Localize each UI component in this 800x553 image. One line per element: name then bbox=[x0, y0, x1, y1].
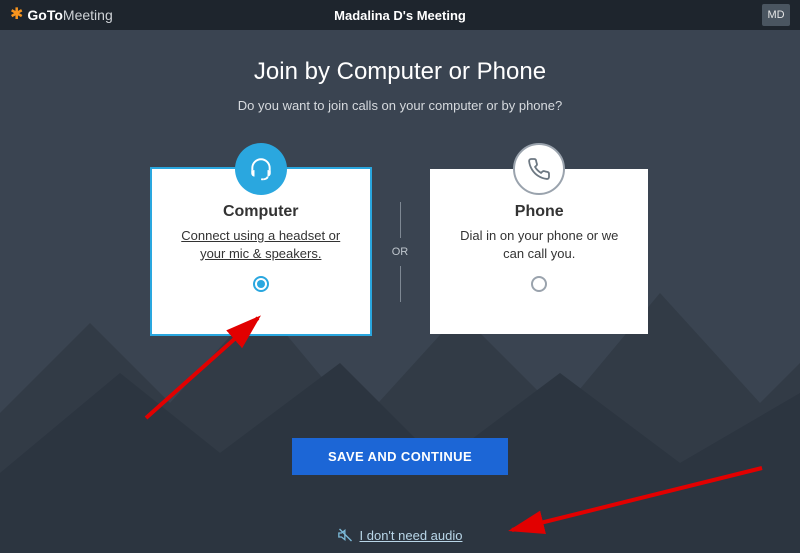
option-computer-card[interactable]: Computer Connect using a headset or your… bbox=[152, 169, 370, 334]
skip-audio-link[interactable]: I don't need audio bbox=[338, 527, 463, 543]
main-content: Join by Computer or Phone Do you want to… bbox=[0, 30, 800, 475]
option-computer-radio[interactable] bbox=[253, 276, 269, 292]
option-phone-card[interactable]: Phone Dial in on your phone or we can ca… bbox=[430, 169, 648, 334]
user-avatar[interactable]: MD bbox=[762, 4, 790, 26]
separator-bar-bottom bbox=[400, 266, 401, 302]
or-label: OR bbox=[392, 246, 409, 258]
option-phone-radio[interactable] bbox=[531, 276, 547, 292]
brand-name-light: Meeting bbox=[63, 7, 113, 23]
option-phone-description: Dial in on your phone or we can call you… bbox=[448, 227, 630, 262]
option-computer-description: Connect using a headset or your mic & sp… bbox=[170, 227, 352, 262]
daisy-icon: ✱ bbox=[10, 7, 23, 23]
separator-bar-top bbox=[400, 202, 401, 238]
or-separator: OR bbox=[392, 202, 409, 302]
meeting-title: Madalina D's Meeting bbox=[334, 8, 466, 23]
save-continue-button[interactable]: SAVE AND CONTINUE bbox=[292, 438, 508, 475]
headset-icon bbox=[235, 143, 287, 195]
page-heading: Join by Computer or Phone bbox=[0, 58, 800, 86]
page-subheading: Do you want to join calls on your comput… bbox=[0, 98, 800, 113]
brand-logo: ✱ GoToMeeting bbox=[10, 7, 113, 23]
app-header: ✱ GoToMeeting Madalina D's Meeting MD bbox=[0, 0, 800, 30]
brand-name-bold: GoTo bbox=[27, 7, 63, 23]
skip-audio-label: I don't need audio bbox=[360, 528, 463, 543]
speaker-mute-icon bbox=[338, 527, 354, 543]
option-computer-title: Computer bbox=[170, 203, 352, 221]
audio-options: Computer Connect using a headset or your… bbox=[0, 169, 800, 334]
phone-icon bbox=[513, 143, 565, 195]
option-phone-title: Phone bbox=[448, 203, 630, 221]
